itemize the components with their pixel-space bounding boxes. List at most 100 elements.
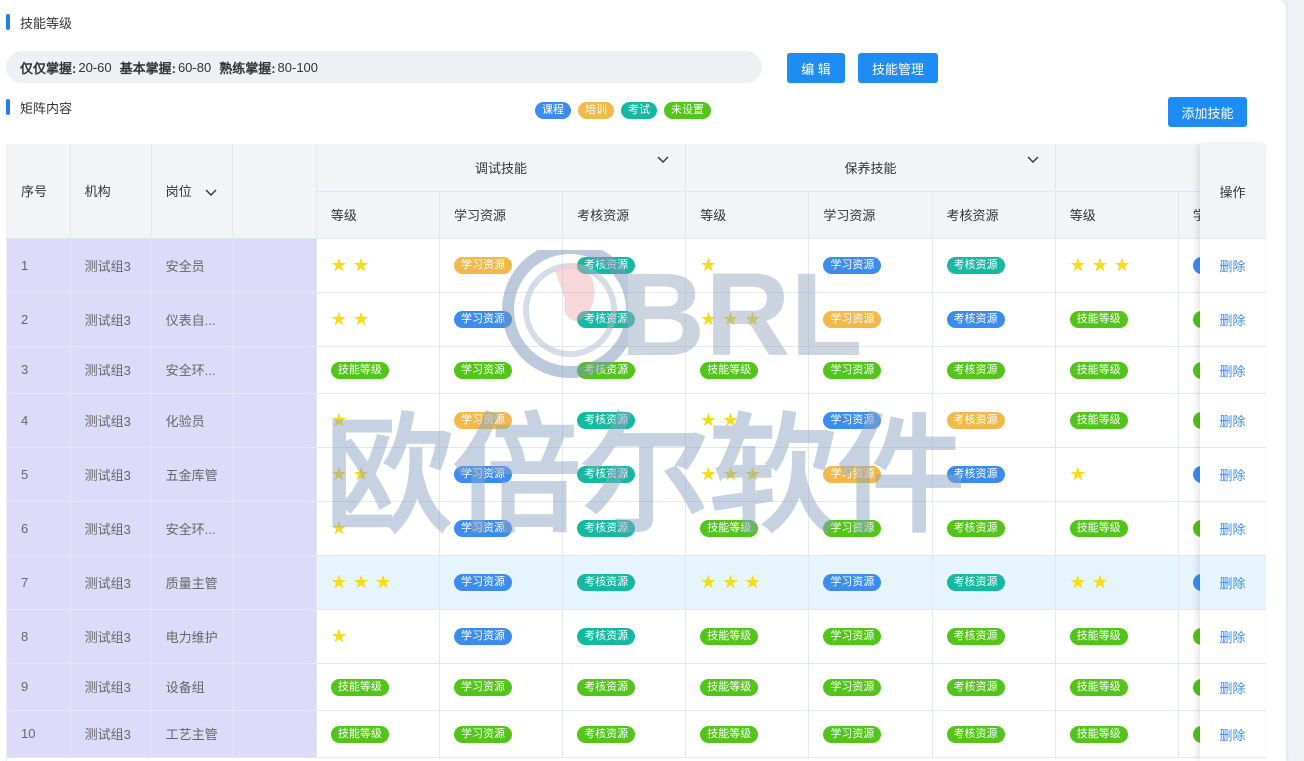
- table-row[interactable]: 6测试组3安全环...★学习资源考核资源技能等级学习资源考核资源技能等级学习资源: [7, 501, 1266, 556]
- resource-tag[interactable]: 考核资源: [577, 725, 636, 743]
- resource-tag[interactable]: 学习资源: [823, 466, 882, 483]
- legend-training: 培训: [578, 102, 614, 119]
- resource-tag[interactable]: 技能等级: [1069, 628, 1128, 645]
- resource-tag[interactable]: 学习资源: [453, 257, 512, 274]
- matrix-cell: 考核资源: [932, 663, 1056, 711]
- resource-tag[interactable]: 学习资源: [453, 311, 512, 328]
- matrix-cell: 学习资源: [439, 609, 564, 664]
- resource-tag[interactable]: 考核资源: [946, 257, 1005, 274]
- delete-link[interactable]: 删除: [1200, 502, 1265, 556]
- table-row[interactable]: 7测试组3质量主管★★★学习资源考核资源★★★学习资源考核资源★★学习资源: [7, 555, 1266, 610]
- delete-link[interactable]: 删除: [1200, 664, 1265, 711]
- table-row[interactable]: 9测试组3设备组技能等级学习资源考核资源技能等级学习资源考核资源技能等级学习资源: [7, 663, 1266, 711]
- matrix-cell: ★ ★: [316, 238, 440, 293]
- cell-org: 测试组3: [70, 710, 152, 758]
- cell-post: 工艺主管: [151, 710, 233, 758]
- resource-tag[interactable]: 考核资源: [577, 361, 636, 379]
- delete-link[interactable]: 删除: [1200, 394, 1265, 448]
- resource-tag[interactable]: 技能等级: [700, 628, 759, 645]
- resource-tag[interactable]: 技能等级: [700, 520, 759, 537]
- delete-link[interactable]: 删除: [1200, 347, 1265, 394]
- table-row[interactable]: 3测试组3安全环...技能等级学习资源考核资源技能等级学习资源考核资源技能等级学…: [7, 346, 1266, 394]
- legend-exam: 考试: [621, 102, 657, 119]
- resource-tag[interactable]: 技能等级: [1069, 361, 1128, 379]
- resource-tag[interactable]: 考核资源: [577, 257, 636, 274]
- resource-tag[interactable]: 考核资源: [577, 311, 636, 328]
- delete-link[interactable]: 删除: [1200, 610, 1265, 664]
- resource-tag[interactable]: 考核资源: [946, 520, 1005, 537]
- resource-tag[interactable]: 学习资源: [823, 725, 882, 743]
- resource-tag[interactable]: 考核资源: [577, 520, 636, 537]
- resource-tag[interactable]: 考核资源: [577, 466, 636, 483]
- matrix-cell: 考核资源: [932, 710, 1056, 758]
- resource-tag[interactable]: 考核资源: [577, 574, 636, 591]
- resource-tag[interactable]: 学习资源: [453, 361, 512, 379]
- resource-tag[interactable]: 学习资源: [453, 520, 512, 537]
- resource-tag[interactable]: 技能等级: [330, 678, 389, 696]
- table-row[interactable]: 1测试组3安全员★★学习资源考核资源★学习资源考核资源★★★学习资源: [7, 238, 1266, 293]
- chevron-down-icon[interactable]: [205, 189, 217, 197]
- table-row[interactable]: 10测试组3工艺主管技能等级学习资源考核资源技能等级学习资源考核资源技能等级学习…: [7, 710, 1266, 758]
- matrix-cell: 技能等级: [1055, 292, 1179, 347]
- resource-tag[interactable]: 学习资源: [453, 466, 512, 483]
- resource-tag[interactable]: 技能等级: [1069, 520, 1128, 537]
- resource-tag[interactable]: 考核资源: [577, 412, 636, 429]
- header-post[interactable]: 岗位: [151, 144, 233, 239]
- group-header-maintenance-skill[interactable]: 保养技能: [685, 144, 1056, 192]
- resource-tag[interactable]: 学习资源: [823, 361, 882, 379]
- delete-link[interactable]: 删除: [1200, 239, 1265, 293]
- resource-tag[interactable]: 技能等级: [700, 678, 759, 696]
- resource-tag[interactable]: 技能等级: [330, 361, 389, 379]
- resource-tag[interactable]: 考核资源: [946, 311, 1005, 328]
- resource-tag[interactable]: 学习资源: [453, 628, 512, 645]
- resource-tag[interactable]: 学习资源: [823, 412, 882, 429]
- resource-tag[interactable]: 考核资源: [946, 361, 1005, 379]
- resource-tag[interactable]: 考核资源: [577, 678, 636, 696]
- resource-tag[interactable]: 学习资源: [453, 574, 512, 591]
- star-icon: ★: [722, 463, 739, 484]
- star-icon: ★: [700, 254, 717, 275]
- table-row[interactable]: 8测试组3电力维护★学习资源考核资源技能等级学习资源考核资源技能等级学习资源: [7, 609, 1266, 664]
- resource-tag[interactable]: 技能等级: [1069, 725, 1128, 743]
- resource-tag[interactable]: 技能等级: [330, 725, 389, 743]
- resource-tag[interactable]: 技能等级: [1069, 311, 1128, 328]
- resource-tag[interactable]: 学习资源: [823, 257, 882, 274]
- resource-tag[interactable]: 学习资源: [823, 628, 882, 645]
- resource-tag[interactable]: 考核资源: [946, 466, 1005, 483]
- delete-link[interactable]: 删除: [1200, 448, 1265, 502]
- table-row[interactable]: 4测试组3化验员★学习资源考核资源★★学习资源考核资源技能等级学习资源: [7, 393, 1266, 448]
- resource-tag[interactable]: 学习资源: [823, 574, 882, 591]
- cell-blank: [232, 292, 317, 347]
- matrix-cell: 技能等级: [685, 710, 810, 758]
- subheader-cell: 考核资源: [562, 191, 687, 239]
- table-row[interactable]: 5测试组3五金库管★★学习资源考核资源★★★学习资源考核资源★学习资源: [7, 447, 1266, 502]
- resource-tag[interactable]: 学习资源: [453, 725, 512, 743]
- resource-tag[interactable]: 技能等级: [1069, 678, 1128, 696]
- star-icon: ★: [700, 308, 717, 329]
- resource-tag[interactable]: 学习资源: [823, 311, 882, 328]
- resource-tag[interactable]: 技能等级: [1069, 412, 1128, 429]
- chevron-down-icon[interactable]: [1027, 156, 1039, 164]
- matrix-cell: 技能等级: [685, 346, 810, 394]
- resource-tag[interactable]: 考核资源: [946, 725, 1005, 743]
- delete-link[interactable]: 删除: [1200, 556, 1265, 610]
- group-header-debug-skill[interactable]: 调试技能: [316, 144, 687, 192]
- resource-tag[interactable]: 考核资源: [946, 574, 1005, 591]
- resource-tag[interactable]: 考核资源: [946, 678, 1005, 696]
- resource-tag[interactable]: 学习资源: [823, 678, 882, 696]
- resource-tag[interactable]: 考核资源: [946, 628, 1005, 645]
- resource-tag[interactable]: 学习资源: [453, 412, 512, 429]
- table-row[interactable]: 2测试组3仪表自...★★学习资源考核资源★★★学习资源考核资源技能等级学习资源: [7, 292, 1266, 347]
- skill-manage-button[interactable]: 技能管理: [858, 53, 938, 83]
- resource-tag[interactable]: 学习资源: [823, 520, 882, 537]
- resource-tag[interactable]: 考核资源: [946, 412, 1005, 429]
- resource-tag[interactable]: 技能等级: [700, 725, 759, 743]
- resource-tag[interactable]: 学习资源: [453, 678, 512, 696]
- resource-tag[interactable]: 技能等级: [700, 361, 759, 379]
- resource-tag[interactable]: 考核资源: [577, 628, 636, 645]
- delete-link[interactable]: 删除: [1200, 293, 1265, 347]
- delete-link[interactable]: 删除: [1200, 711, 1265, 758]
- add-skill-button[interactable]: 添加技能: [1168, 97, 1247, 127]
- edit-button[interactable]: 编 辑: [787, 53, 845, 83]
- chevron-down-icon[interactable]: [657, 156, 669, 164]
